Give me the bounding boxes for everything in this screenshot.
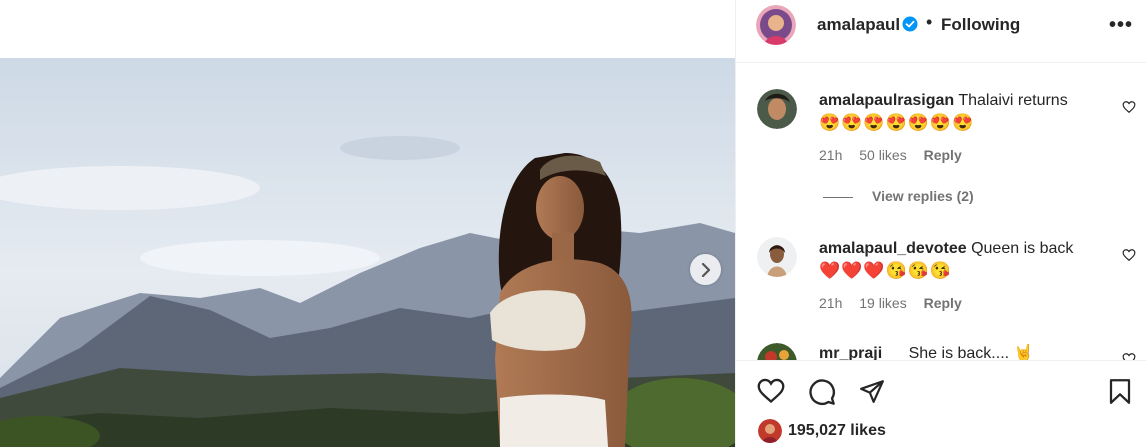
chevron-right-icon [701, 262, 710, 277]
comment-body: Queen is back [971, 240, 1074, 257]
reply-button[interactable]: Reply [924, 295, 962, 311]
comment-username[interactable]: amalapaul_devotee [819, 240, 967, 257]
comment-like-icon[interactable] [1122, 100, 1136, 114]
post-media-area [0, 0, 735, 447]
comment-text: amalapaulrasigan Thalaivi returns 😍😍😍😍😍😍… [819, 90, 1109, 135]
verified-badge-icon [902, 16, 918, 32]
comment-time: 21h [819, 147, 843, 163]
likes-count[interactable]: 195,027 likes [788, 422, 886, 440]
comment-text: mr_praji She is back.... 🤘 [819, 343, 1109, 360]
comment-like-icon[interactable] [1122, 248, 1136, 262]
post-header: amalapaul • Following ••• [736, 0, 1146, 63]
comment-username[interactable]: amalapaulrasigan [819, 92, 954, 109]
send-icon[interactable] [858, 378, 886, 404]
reply-button[interactable]: Reply [924, 147, 962, 163]
commenter-avatar[interactable] [757, 343, 797, 360]
separator-dot: • [926, 12, 933, 32]
comment-meta: 21h 50 likes Reply [819, 147, 975, 163]
commenter-avatar[interactable] [757, 89, 797, 129]
view-replies-line [823, 196, 853, 198]
liker-avatar[interactable] [758, 419, 782, 443]
comment-emojis: 😍😍😍😍😍😍😍 [819, 113, 975, 132]
comment-body: She is back.... 🤘 [908, 345, 1034, 360]
view-replies-label: View replies (2) [872, 188, 974, 204]
comment-body: Thalaivi returns [958, 92, 1068, 109]
comment-likes[interactable]: 19 likes [859, 295, 906, 311]
view-replies-button[interactable]: View replies (2) [823, 188, 974, 204]
author-avatar[interactable] [756, 5, 796, 45]
heart-icon[interactable] [757, 378, 785, 404]
post-side-panel: amalapaul • Following ••• amalapaulrasig… [735, 0, 1146, 447]
comment-username[interactable]: mr_praji [819, 345, 882, 360]
comment-icon[interactable] [808, 378, 836, 406]
next-image-button[interactable] [690, 254, 721, 285]
post-photo [0, 58, 735, 447]
author-username[interactable]: amalapaul [817, 15, 900, 35]
comment-time: 21h [819, 295, 843, 311]
comment-likes[interactable]: 50 likes [859, 147, 906, 163]
more-options-icon[interactable]: ••• [1109, 14, 1133, 37]
bookmark-icon[interactable] [1108, 378, 1132, 405]
likes-row: 195,027 likes [758, 419, 886, 443]
following-button[interactable]: Following [941, 15, 1020, 35]
comment-text: amalapaul_devotee Queen is back ❤️❤️❤️😘😘… [819, 238, 1109, 283]
post-actions: 195,027 likes [736, 360, 1146, 448]
comments-list: amalapaulrasigan Thalaivi returns 😍😍😍😍😍😍… [736, 63, 1146, 360]
comment-meta: 21h 19 likes Reply [819, 295, 975, 311]
comment-like-icon[interactable] [1122, 352, 1136, 360]
comment-emojis: ❤️❤️❤️😘😘😘 [819, 261, 953, 280]
commenter-avatar[interactable] [757, 237, 797, 277]
